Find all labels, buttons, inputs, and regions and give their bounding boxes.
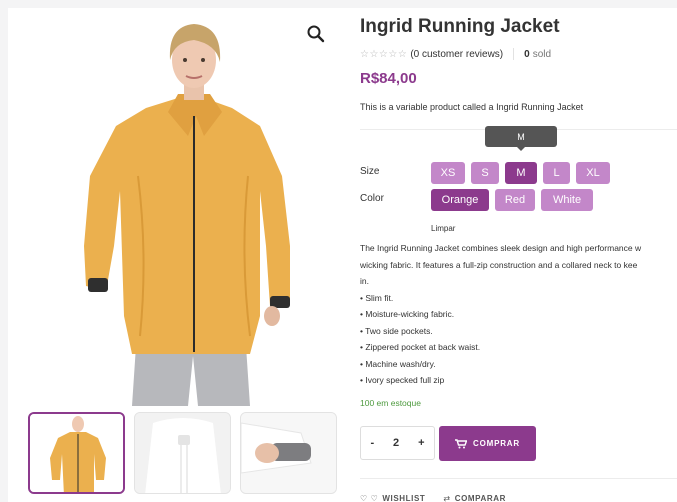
size-option-xl[interactable]: XL (576, 162, 610, 184)
divider (360, 478, 677, 479)
description-line: The Ingrid Running Jacket combines sleek… (360, 243, 642, 253)
stock-status: 100 em estoque (360, 398, 421, 408)
wishlist-link[interactable]: ♡ ♡ WISHLIST (360, 494, 425, 502)
thumbnail-front[interactable] (28, 412, 125, 494)
compare-label: COMPARAR (454, 494, 507, 502)
search-icon (307, 25, 325, 43)
product-photo (28, 16, 346, 406)
feature-list: • Slim fit. • Moisture-wicking fabric. •… (360, 290, 677, 389)
compare-link[interactable]: ⇄ COMPARAR (443, 494, 506, 502)
add-to-cart-label: COMPRAR (473, 439, 520, 448)
add-to-cart-button[interactable]: COMPRAR (439, 426, 536, 461)
cart-icon (455, 438, 468, 448)
feature-item: • Moisture-wicking fabric. (360, 309, 455, 319)
description-line: in. (360, 276, 369, 286)
compare-icon: ⇄ (443, 494, 451, 502)
quantity-value[interactable]: 2 (393, 437, 399, 449)
feature-item: • Ivory specked full zip (360, 375, 445, 385)
heart-icon: ♡ ♡ (360, 494, 379, 502)
rating-stars: ☆☆☆☆☆ (360, 48, 408, 60)
short-description: This is a variable product called a Ingr… (360, 102, 584, 112)
zoom-button[interactable] (306, 24, 326, 44)
thumbnail-back[interactable] (134, 412, 231, 494)
size-option-s[interactable]: S (471, 162, 499, 184)
long-description: The Ingrid Running Jacket combines sleek… (360, 240, 677, 389)
product-rating: ☆☆☆☆☆ (0 customer reviews) 0 sold (360, 48, 551, 60)
sold-count: 0 (524, 48, 530, 60)
wishlist-label: WISHLIST (382, 494, 426, 502)
color-option-white[interactable]: White (541, 189, 593, 211)
thumbnail-strip (28, 412, 342, 494)
product-main-image[interactable] (28, 16, 346, 406)
size-option-xs[interactable]: XS (431, 162, 465, 184)
feature-item: • Zippered pocket at back waist. (360, 342, 481, 352)
feature-item: • Slim fit. (360, 292, 394, 303)
thumbnail-front-image (30, 414, 123, 492)
thumbnail-sleeve[interactable] (240, 412, 337, 494)
quantity-decrease-button[interactable]: - (370, 437, 374, 449)
product-price: R$84,00 (360, 70, 417, 87)
thumbnail-back-image (135, 413, 230, 493)
color-swatches: Orange Red White (431, 189, 599, 211)
color-option-red[interactable]: Red (495, 189, 535, 211)
size-label: Size (360, 166, 380, 177)
reviews-link[interactable]: (0 customer reviews) (410, 49, 503, 60)
feature-item: • Machine wash/dry. (360, 358, 436, 369)
quantity-increase-button[interactable]: + (418, 437, 424, 449)
description-line: wicking fabric. It features a full-zip c… (360, 259, 638, 270)
clear-selection-link[interactable]: Limpar (431, 224, 455, 233)
product-title: Ingrid Running Jacket (360, 16, 560, 37)
thumbnail-sleeve-image (241, 413, 336, 493)
size-option-m[interactable]: M (505, 162, 537, 184)
rating-separator (513, 48, 515, 60)
sold-label: sold (532, 48, 552, 60)
product-summary: Ingrid Running Jacket ☆☆☆☆☆ (0 customer … (360, 8, 677, 502)
product-actions: ♡ ♡ WISHLIST ⇄ COMPARAR (360, 494, 524, 502)
size-swatches: XS S M L XL (431, 162, 616, 184)
feature-item: • Two side pockets. (360, 325, 433, 336)
product-page: Ingrid Running Jacket ☆☆☆☆☆ (0 customer … (8, 8, 677, 502)
size-tooltip: M (485, 126, 557, 151)
color-option-orange[interactable]: Orange (431, 189, 489, 211)
color-label: Color (360, 193, 384, 204)
size-option-l[interactable]: L (543, 162, 570, 184)
quantity-stepper: - 2 + (360, 426, 435, 460)
